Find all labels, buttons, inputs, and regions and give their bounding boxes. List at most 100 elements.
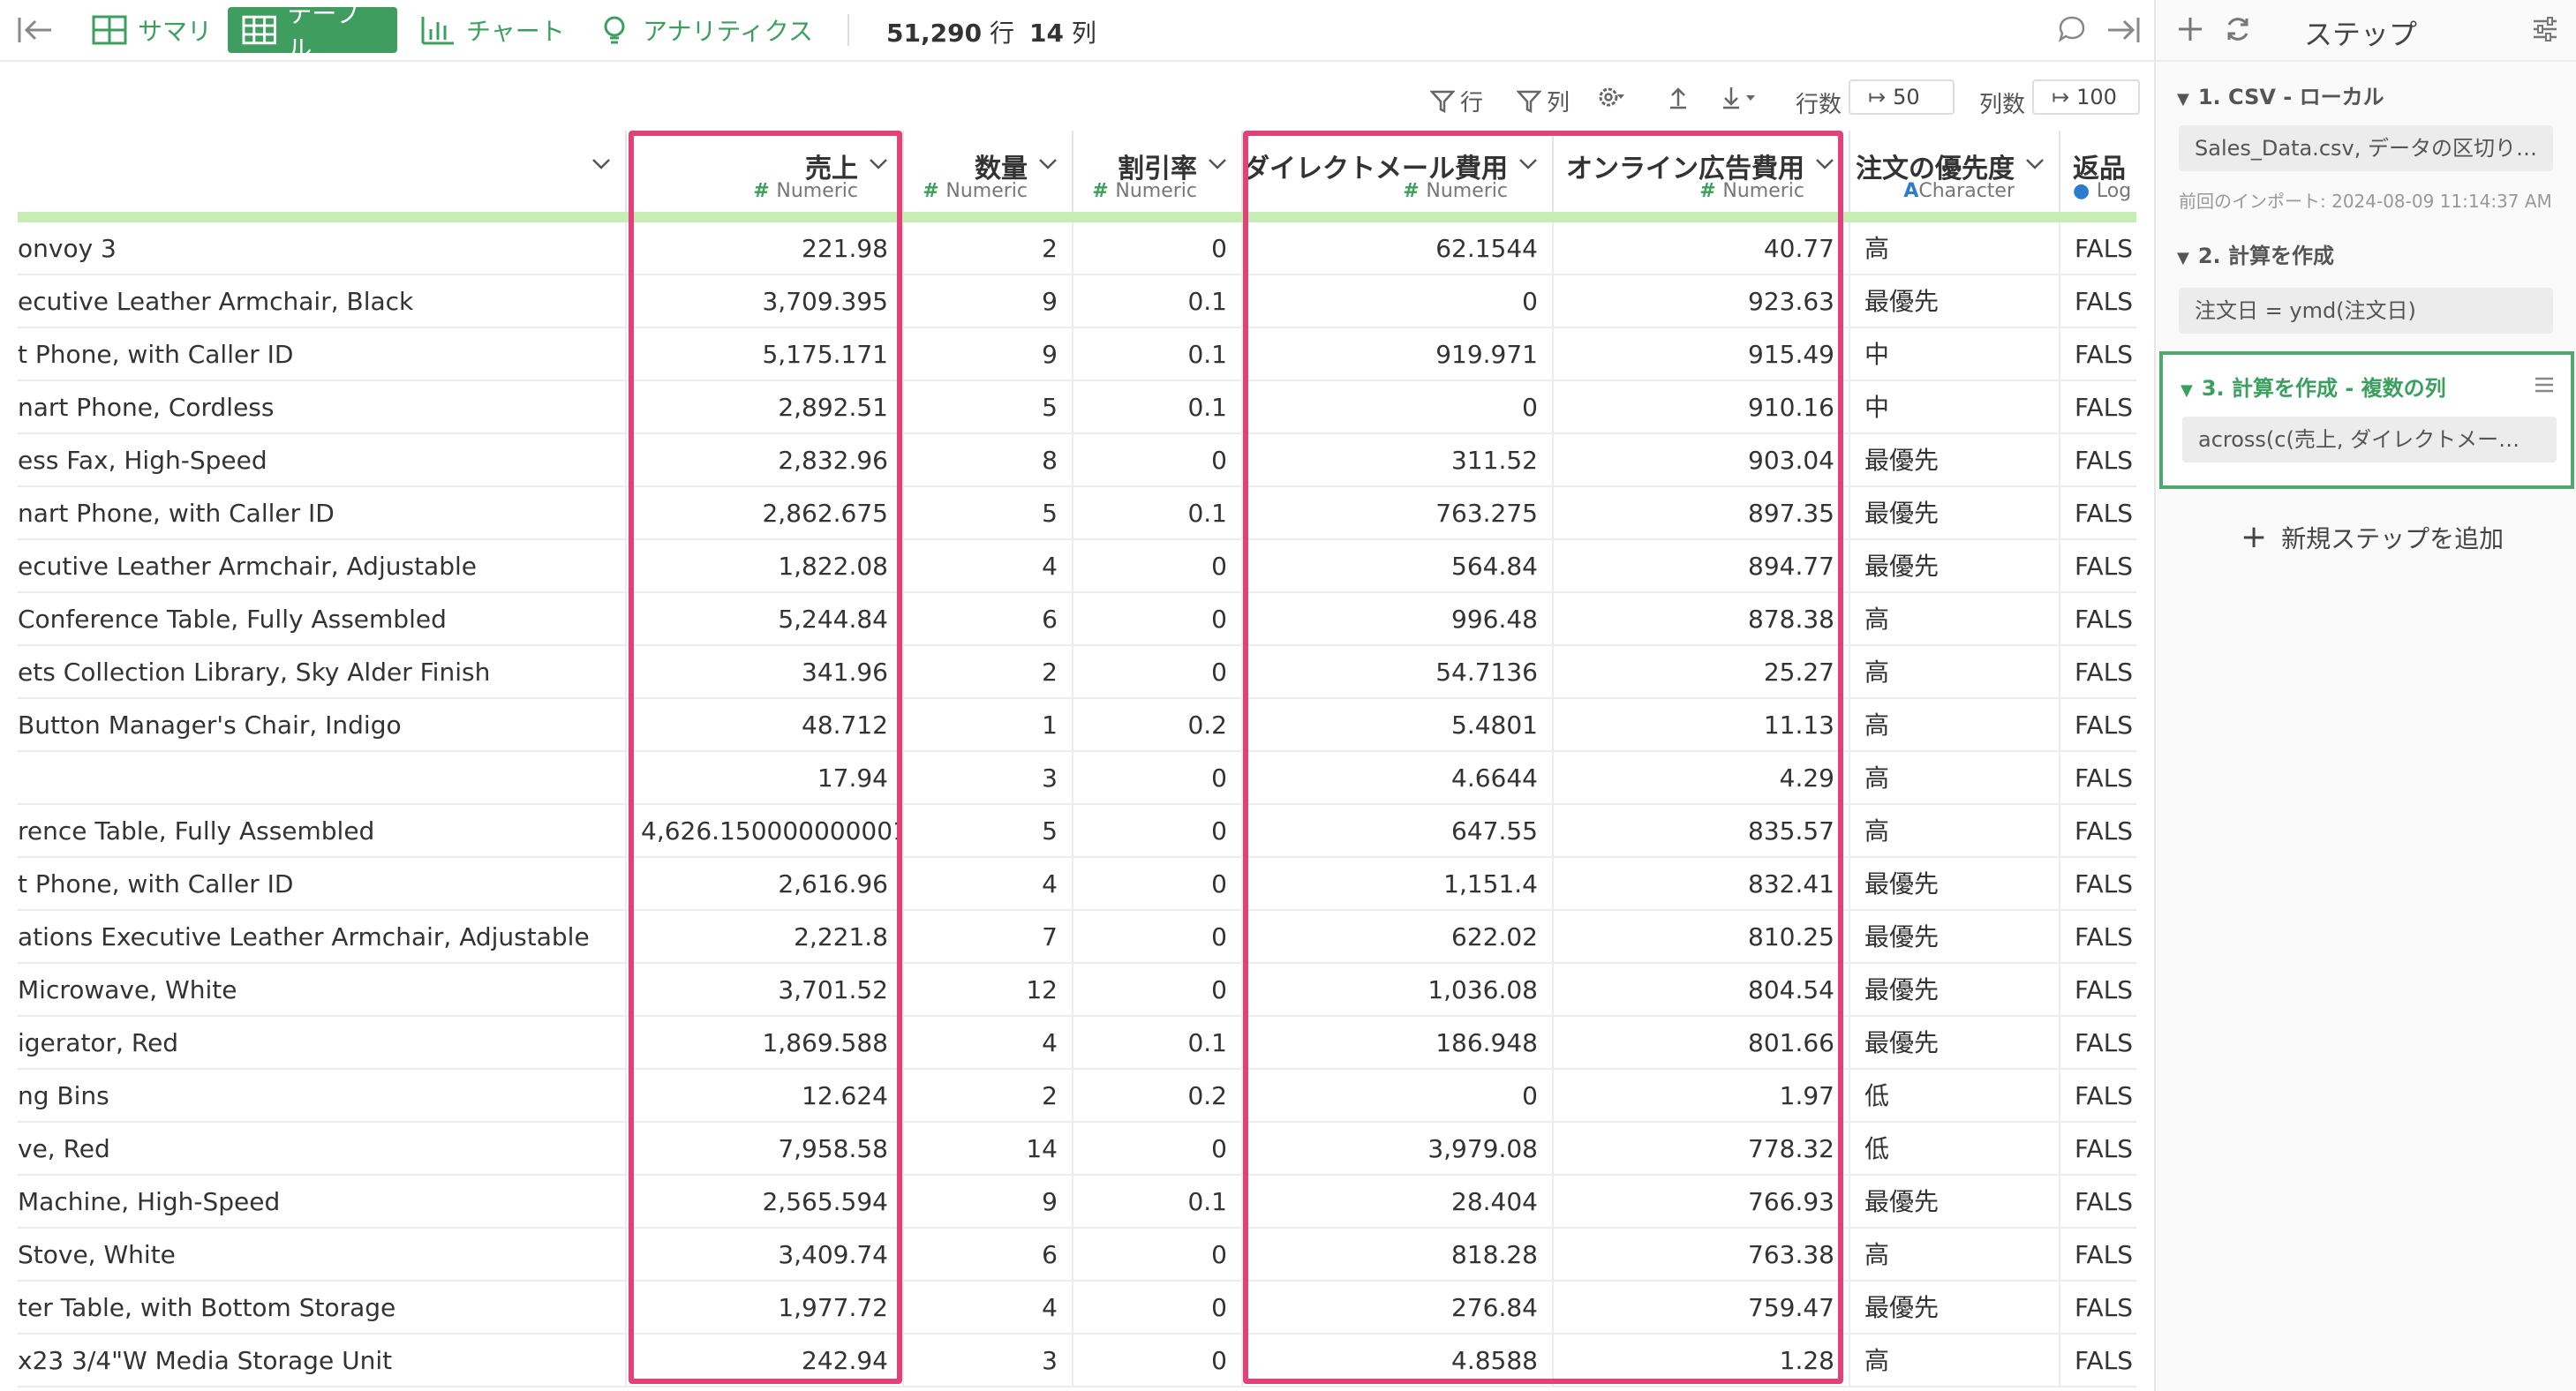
columns-limit-input[interactable]: ↦ 100 [2032, 79, 2140, 115]
cell-direct-mail-cost[interactable]: 54.7136 [1243, 646, 1554, 699]
cell-direct-mail-cost[interactable]: 62.1544 [1243, 222, 1554, 275]
cell-sales[interactable]: 5,175.171 [627, 328, 904, 381]
cell-quantity[interactable]: 4 [904, 540, 1073, 593]
cell-sales[interactable]: 1,822.08 [627, 540, 904, 593]
cell-order-priority[interactable]: 高 [1850, 593, 2060, 646]
cell-returned[interactable]: FALS [2060, 222, 2136, 275]
table-row[interactable]: t Phone, with Caller ID 2,616.96 4 0 1,151.4… [18, 858, 2136, 911]
cell-direct-mail-cost[interactable]: 311.52 [1243, 434, 1554, 487]
cell-online-ad-cost[interactable]: 910.16 [1554, 381, 1850, 434]
column-header-product-name[interactable] [18, 131, 627, 212]
cell-product-name[interactable]: ations Executive Leather Armchair, Adjus… [18, 911, 627, 964]
cell-product-name[interactable]: ng Bins [18, 1070, 627, 1123]
cell-online-ad-cost[interactable]: 4.29 [1554, 752, 1850, 805]
rows-limit-input[interactable]: ↦ 50 [1849, 79, 1955, 115]
cell-returned[interactable]: FALS [2060, 1335, 2136, 1387]
step-detail[interactable]: Sales_Data.csv, データの区切り文... [2179, 125, 2553, 171]
cell-online-ad-cost[interactable]: 923.63 [1554, 275, 1850, 328]
column-header-quantity[interactable]: 数量 # Numeric [904, 131, 1073, 212]
cell-online-ad-cost[interactable]: 810.25 [1554, 911, 1850, 964]
table-row[interactable]: x23 3/4"W Media Storage Unit 242.94 3 0 4.85… [18, 1335, 2136, 1387]
cell-online-ad-cost[interactable]: 878.38 [1554, 593, 1850, 646]
cell-returned[interactable]: FALS [2060, 487, 2136, 540]
cell-quantity[interactable]: 9 [904, 275, 1073, 328]
cell-quantity[interactable]: 8 [904, 434, 1073, 487]
tab-analytics[interactable]: アナリティクス [583, 7, 827, 53]
cell-order-priority[interactable]: 最優先 [1850, 275, 2060, 328]
cell-returned[interactable]: FALS [2060, 858, 2136, 911]
step-detail[interactable]: across(c(売上, ダイレクトメール費... [2182, 417, 2557, 462]
cell-online-ad-cost[interactable]: 801.66 [1554, 1017, 1850, 1070]
menu-icon[interactable] [2532, 372, 2557, 397]
cell-quantity[interactable]: 2 [904, 646, 1073, 699]
sort-ascending-button[interactable] [1667, 85, 1695, 109]
cell-direct-mail-cost[interactable]: 4.8588 [1243, 1335, 1554, 1387]
cell-sales[interactable]: 341.96 [627, 646, 904, 699]
cell-direct-mail-cost[interactable]: 622.02 [1243, 911, 1554, 964]
step-title[interactable]: ▼ 2. 計算を作成 [2177, 238, 2334, 269]
cell-returned[interactable]: FALS [2060, 752, 2136, 805]
cell-online-ad-cost[interactable]: 903.04 [1554, 434, 1850, 487]
filter-row-button[interactable]: 行 [1430, 85, 1483, 117]
cell-order-priority[interactable]: 高 [1850, 805, 2060, 858]
cell-returned[interactable]: FALS [2060, 1017, 2136, 1070]
cell-sales[interactable]: 2,565.594 [627, 1176, 904, 1229]
column-header-order-priority[interactable]: 注文の優先度 ACharacter [1850, 131, 2060, 212]
cell-order-priority[interactable]: 最優先 [1850, 1017, 2060, 1070]
cell-online-ad-cost[interactable]: 25.27 [1554, 646, 1850, 699]
cell-returned[interactable]: FALS [2060, 593, 2136, 646]
cell-direct-mail-cost[interactable]: 1,036.08 [1243, 964, 1554, 1017]
cell-order-priority[interactable]: 高 [1850, 1229, 2060, 1282]
table-row[interactable]: Machine, High-Speed 2,565.594 9 0.1 28.404 76… [18, 1176, 2136, 1229]
cell-quantity[interactable]: 5 [904, 381, 1073, 434]
cell-direct-mail-cost[interactable]: 996.48 [1243, 593, 1554, 646]
cell-sales[interactable]: 2,221.8 [627, 911, 904, 964]
cell-online-ad-cost[interactable]: 915.49 [1554, 328, 1850, 381]
cell-direct-mail-cost[interactable]: 0 [1243, 275, 1554, 328]
chevron-down-icon[interactable] [1517, 152, 1540, 175]
cell-discount-rate[interactable]: 0.2 [1073, 699, 1243, 752]
cell-discount-rate[interactable]: 0 [1073, 540, 1243, 593]
cell-discount-rate[interactable]: 0 [1073, 752, 1243, 805]
cell-returned[interactable]: FALS [2060, 699, 2136, 752]
cell-order-priority[interactable]: 最優先 [1850, 1176, 2060, 1229]
collapse-right-icon[interactable] [2106, 14, 2142, 46]
cell-direct-mail-cost[interactable]: 5.4801 [1243, 699, 1554, 752]
cell-sales[interactable]: 2,862.675 [627, 487, 904, 540]
cell-sales[interactable]: 3,701.52 [627, 964, 904, 1017]
cell-returned[interactable]: FALS [2060, 328, 2136, 381]
cell-online-ad-cost[interactable]: 778.32 [1554, 1123, 1850, 1176]
cell-returned[interactable]: FALS [2060, 805, 2136, 858]
cell-product-name[interactable]: Stove, White [18, 1229, 627, 1282]
cell-discount-rate[interactable]: 0.1 [1073, 328, 1243, 381]
cell-order-priority[interactable]: 高 [1850, 222, 2060, 275]
cell-online-ad-cost[interactable]: 766.93 [1554, 1176, 1850, 1229]
cell-order-priority[interactable]: 中 [1850, 328, 2060, 381]
table-row[interactable]: ter Table, with Bottom Storage 1,977.72 4 0… [18, 1282, 2136, 1335]
cell-product-name[interactable]: igerator, Red [18, 1017, 627, 1070]
table-row[interactable]: nart Phone, Cordless 2,892.51 5 0.1 0 910.16 中… [18, 381, 2136, 434]
settings-dropdown[interactable] [1598, 85, 1630, 109]
column-header-direct-mail-cost[interactable]: ダイレクトメール費用 # Numeric [1243, 131, 1554, 212]
cell-discount-rate[interactable]: 0.1 [1073, 1017, 1243, 1070]
cell-discount-rate[interactable]: 0 [1073, 1335, 1243, 1387]
cell-order-priority[interactable]: 高 [1850, 752, 2060, 805]
cell-returned[interactable]: FALS [2060, 1176, 2136, 1229]
cell-returned[interactable]: FALS [2060, 911, 2136, 964]
table-row[interactable]: ess Fax, High-Speed 2,832.96 8 0 311.52 903.0… [18, 434, 2136, 487]
cell-product-name[interactable]: x23 3/4"W Media Storage Unit [18, 1335, 627, 1387]
cell-direct-mail-cost[interactable]: 3,979.08 [1243, 1123, 1554, 1176]
cell-sales[interactable]: 7,958.58 [627, 1123, 904, 1176]
cell-online-ad-cost[interactable]: 11.13 [1554, 699, 1850, 752]
cell-sales[interactable]: 3,709.395 [627, 275, 904, 328]
cell-sales[interactable]: 5,244.84 [627, 593, 904, 646]
table-row[interactable]: rence Table, Fully Assembled 4,626.150000… [18, 805, 2136, 858]
cell-sales[interactable]: 48.712 [627, 699, 904, 752]
cell-returned[interactable]: FALS [2060, 1229, 2136, 1282]
cell-order-priority[interactable]: 高 [1850, 699, 2060, 752]
cell-online-ad-cost[interactable]: 759.47 [1554, 1282, 1850, 1335]
cell-product-name[interactable]: ecutive Leather Armchair, Adjustable [18, 540, 627, 593]
cell-quantity[interactable]: 5 [904, 805, 1073, 858]
cell-order-priority[interactable]: 最優先 [1850, 487, 2060, 540]
filter-column-button[interactable]: 列 [1517, 85, 1570, 117]
